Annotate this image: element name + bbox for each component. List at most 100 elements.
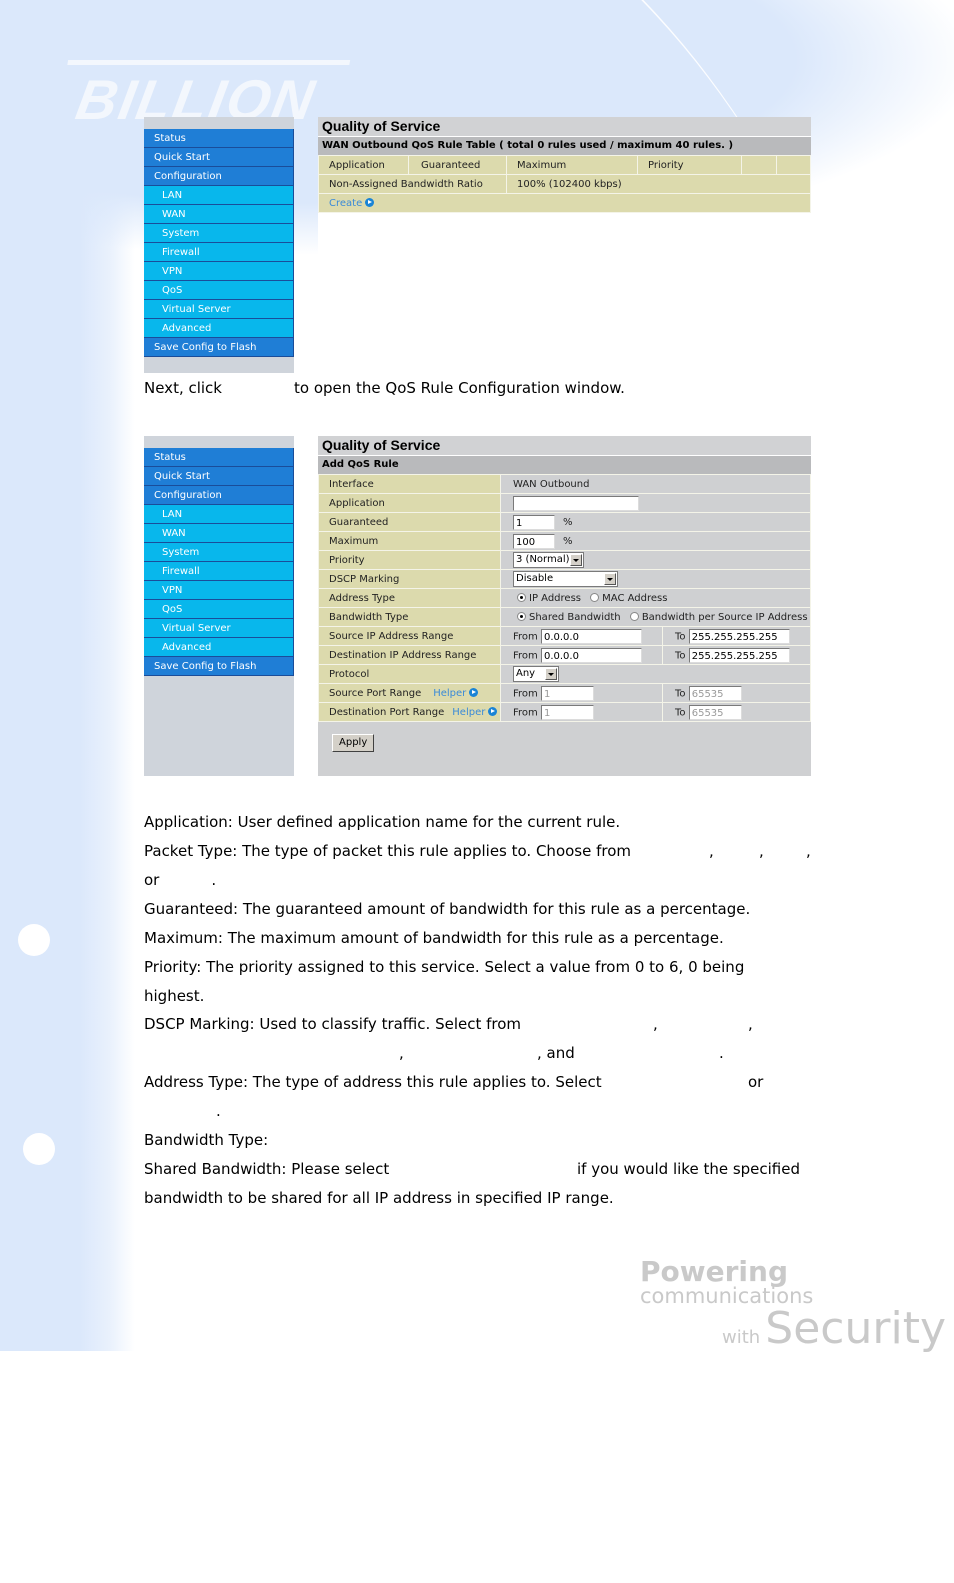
shared-bandwidth-radio[interactable] [517, 612, 526, 621]
sidebar-item-status[interactable]: Status [144, 129, 294, 148]
destination-ip-from-input[interactable]: 0.0.0.0 [540, 647, 642, 663]
to-label: To [675, 650, 686, 661]
source-port-label: Source Port Range [329, 687, 422, 699]
ip-address-radio[interactable] [517, 593, 526, 602]
desc-packet-type-text: Packet Type: The type of packet this rul… [144, 842, 632, 860]
sidebar-item-configuration[interactable]: Configuration [144, 167, 294, 186]
arrow-right-icon[interactable] [365, 198, 375, 207]
chevron-down-icon[interactable] [570, 554, 582, 566]
maximum-input[interactable]: 100 [513, 533, 555, 549]
sidebar-nav: Status Quick Start Configuration LAN WAN Syst… [144, 117, 294, 373]
priority-selected-value: 3 (Normal) [516, 554, 570, 565]
column-header-edit [741, 155, 777, 175]
desc-packet-type: Packet Type: The type of packet this rul… [144, 842, 811, 860]
source-ip-from-input[interactable]: 0.0.0.0 [540, 628, 642, 644]
sidebar-item-firewall[interactable]: Firewall [144, 243, 294, 262]
dscp-selected-value: Disable [516, 573, 554, 584]
desc-shared-text-2: if you would like the specified [577, 1160, 801, 1178]
form-row-bandwidth-type: Bandwidth Type Shared Bandwidth Bandwidt… [318, 607, 811, 627]
source-port-from-input[interactable]: 1 [540, 685, 594, 701]
chevron-down-icon[interactable] [545, 668, 557, 680]
destination-port-from-input[interactable]: 1 [540, 704, 594, 720]
arrow-right-icon[interactable] [469, 688, 479, 697]
application-input[interactable] [513, 495, 639, 511]
sidebar-item-firewall[interactable]: Firewall [144, 562, 294, 581]
priority-select[interactable]: 3 (Normal) [513, 552, 584, 568]
percent-label: % [563, 536, 573, 547]
desc-shared-bandwidth-cont: bandwidth to be shared for all IP addres… [144, 1189, 614, 1207]
sidebar-item-system[interactable]: System [144, 224, 294, 243]
desc-shared-bandwidth: Shared Bandwidth: Please select if you wo… [144, 1160, 810, 1178]
background-dot [23, 1133, 55, 1165]
desc-shared-text: Shared Bandwidth: Please select [144, 1160, 390, 1178]
arrow-right-icon[interactable] [488, 707, 498, 716]
sidebar-item-status[interactable]: Status [144, 448, 294, 467]
sidebar-item-virtual-server[interactable]: Virtual Server [144, 619, 294, 638]
mac-address-radio[interactable] [590, 593, 600, 602]
desc-address-or-text: or [748, 1073, 764, 1091]
source-port-helper-link[interactable]: Helper [433, 688, 466, 699]
form-subtitle: Add QoS Rule [318, 455, 811, 474]
per-source-ip-radio[interactable] [629, 612, 639, 621]
per-source-ip-option-label: Bandwidth per Source IP Address [641, 611, 808, 623]
table-row: Non-Assigned Bandwidth Ratio 100% (10240… [318, 174, 811, 194]
desc-maximum: Maximum: The maximum amount of bandwidth… [144, 929, 724, 947]
desc-address-type-text: Address Type: The type of address this r… [144, 1073, 602, 1091]
instruction-after: to open the QoS Rule Configuration windo… [294, 379, 625, 397]
sidebar-item-lan[interactable]: LAN [144, 505, 294, 524]
form-row-dscp: DSCP Marking Disable [318, 569, 811, 589]
chevron-down-icon[interactable] [604, 573, 616, 585]
sidebar-item-wan[interactable]: WAN [144, 205, 294, 224]
sidebar-item-system[interactable]: System [144, 543, 294, 562]
sidebar-nav: Status Quick Start Configuration LAN WAN Syst… [144, 436, 294, 776]
column-header-delete [776, 155, 811, 175]
form-row-source-port: Source Port Range Helper From 1 To 65535 [318, 683, 811, 703]
instruction-line: Next, click to open the QoS Rule Configur… [144, 379, 625, 397]
background-dot [18, 924, 50, 956]
sidebar-item-lan[interactable]: LAN [144, 186, 294, 205]
sidebar-item-qos[interactable]: QoS [144, 600, 294, 619]
protocol-label: Protocol [318, 664, 501, 684]
sidebar-item-advanced[interactable]: Advanced [144, 638, 294, 657]
maximum-label: Maximum [318, 531, 501, 551]
desc-application: Application: User defined application na… [144, 813, 621, 831]
to-label: To [675, 707, 686, 718]
column-header-application: Application [318, 155, 409, 175]
destination-ip-to-input[interactable]: 255.255.255.255 [688, 647, 790, 663]
create-link[interactable]: Create [329, 198, 362, 209]
sidebar-item-quick-start[interactable]: Quick Start [144, 467, 294, 486]
form-row-maximum: Maximum 100% [318, 531, 811, 551]
dscp-label: DSCP Marking [318, 569, 501, 589]
destination-port-helper-link[interactable]: Helper [452, 707, 485, 718]
page-title: Quality of Service [318, 436, 811, 455]
guaranteed-label: Guaranteed [318, 512, 501, 532]
source-port-to-input[interactable]: 65535 [688, 685, 742, 701]
dscp-select[interactable]: Disable [513, 571, 618, 587]
sidebar-item-save-config-to-flash[interactable]: Save Config to Flash [144, 338, 294, 357]
sidebar-item-vpn[interactable]: VPN [144, 581, 294, 600]
source-ip-to-input[interactable]: 255.255.255.255 [688, 628, 790, 644]
destination-port-label-cell: Destination Port Range Helper [318, 702, 501, 722]
mac-address-option-label: MAC Address [602, 592, 668, 604]
form-row-priority: Priority 3 (Normal) [318, 550, 811, 570]
sidebar-item-quick-start[interactable]: Quick Start [144, 148, 294, 167]
sidebar-item-save-config-to-flash[interactable]: Save Config to Flash [144, 657, 294, 676]
powering-tagline: Powering communications with Security [640, 1258, 954, 1351]
interface-value: WAN Outbound [500, 474, 811, 494]
table-row: Create [318, 193, 811, 213]
sidebar-item-vpn[interactable]: VPN [144, 262, 294, 281]
sidebar-item-virtual-server[interactable]: Virtual Server [144, 300, 294, 319]
apply-button[interactable]: Apply [332, 734, 375, 752]
protocol-select[interactable]: Any [513, 666, 559, 682]
destination-port-to-input[interactable]: 65535 [688, 704, 742, 720]
source-ip-label: Source IP Address Range [318, 626, 501, 646]
from-label: From [513, 707, 538, 718]
from-label: From [513, 688, 538, 699]
sidebar-item-wan[interactable]: WAN [144, 524, 294, 543]
sidebar-item-configuration[interactable]: Configuration [144, 486, 294, 505]
sidebar-item-advanced[interactable]: Advanced [144, 319, 294, 338]
form-row-application: Application [318, 493, 811, 513]
sidebar-item-qos[interactable]: QoS [144, 281, 294, 300]
tagline-text-2: with [722, 1327, 761, 1348]
guaranteed-input[interactable]: 1 [513, 514, 555, 530]
